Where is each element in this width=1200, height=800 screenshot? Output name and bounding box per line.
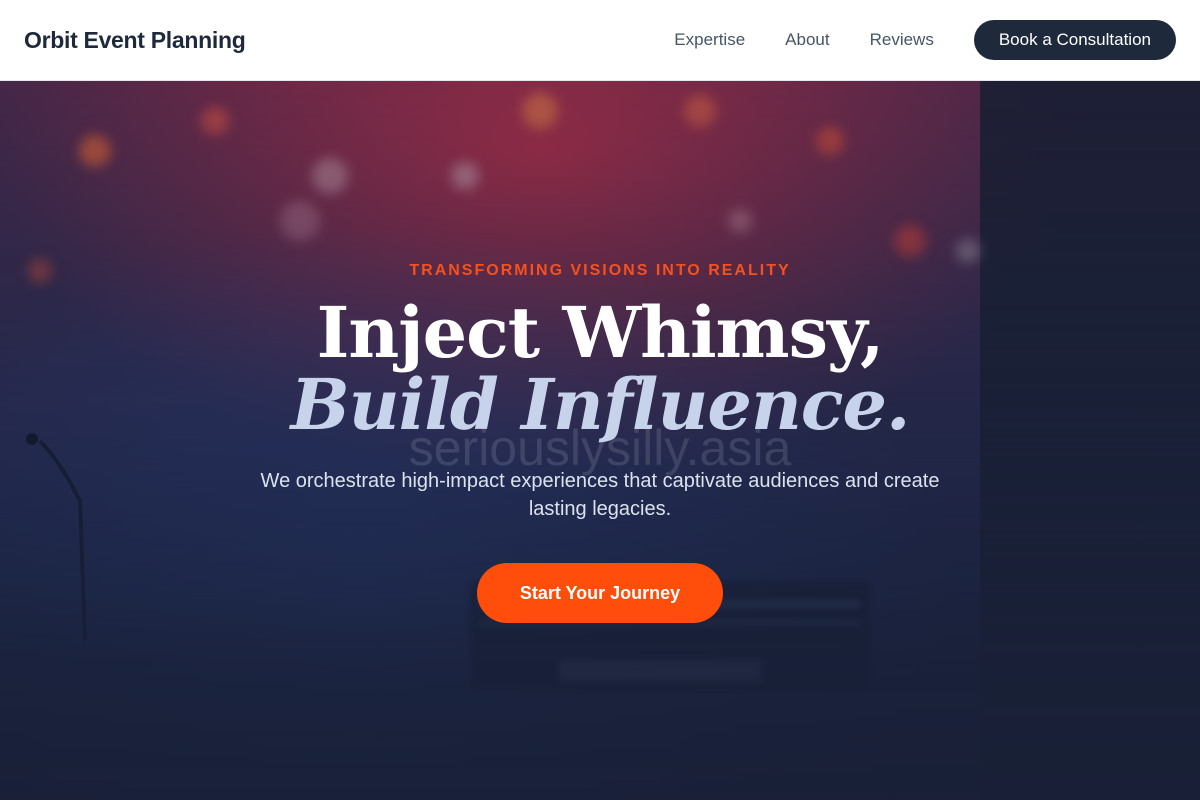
- nav-link-reviews[interactable]: Reviews: [870, 30, 934, 50]
- book-consultation-button[interactable]: Book a Consultation: [973, 20, 1176, 60]
- primary-nav: Expertise About Reviews Book a Consultat…: [674, 20, 1176, 60]
- hero-section: TRANSFORMING VISIONS INTO REALITY Inject…: [0, 81, 1200, 800]
- hero-subheadline: We orchestrate high-impact experiences t…: [260, 470, 940, 520]
- hero-content: TRANSFORMING VISIONS INTO REALITY Inject…: [0, 81, 1200, 800]
- hero-eyebrow: TRANSFORMING VISIONS INTO REALITY: [409, 262, 791, 279]
- nav-link-about[interactable]: About: [785, 30, 829, 50]
- nav-link-expertise[interactable]: Expertise: [674, 30, 745, 50]
- start-journey-button[interactable]: Start Your Journey: [477, 563, 723, 623]
- brand-logo[interactable]: Orbit Event Planning: [24, 27, 246, 54]
- hero-headline-line2: Build Influence.: [290, 363, 911, 446]
- hero-headline-line1: Inject Whimsy,: [316, 291, 885, 374]
- top-navbar: Orbit Event Planning Expertise About Rev…: [0, 0, 1200, 81]
